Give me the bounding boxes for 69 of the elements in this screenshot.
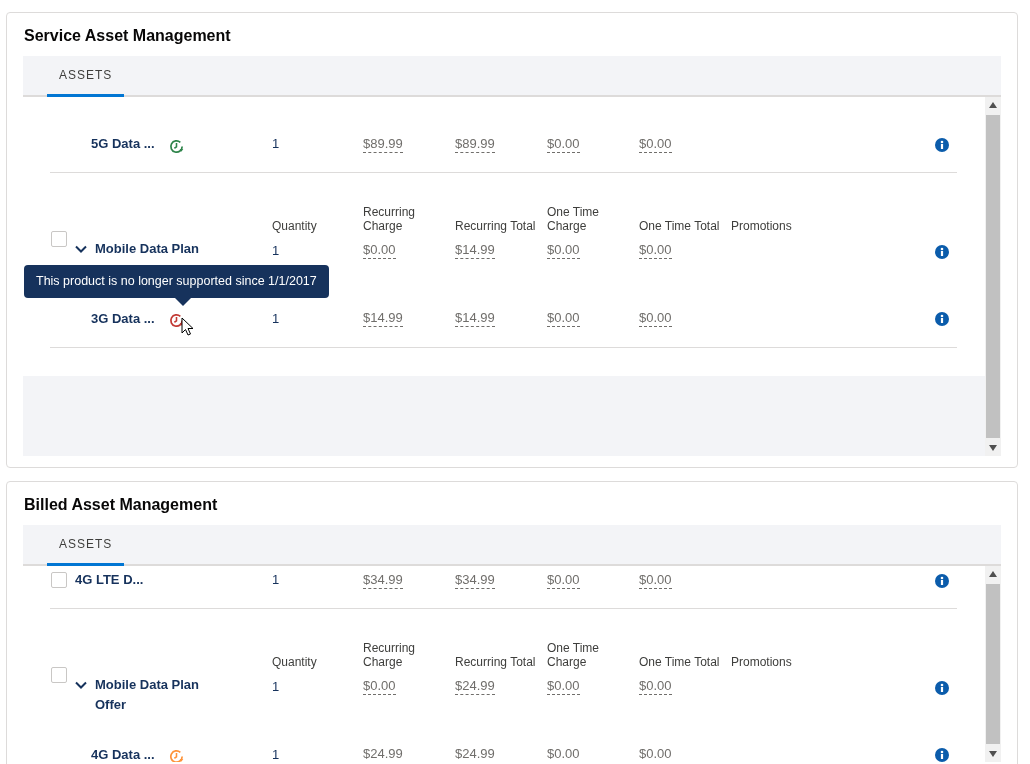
info-icon[interactable] [935,137,949,152]
scrollbar[interactable] [985,566,1001,762]
price-value: $0.00 [547,310,580,327]
checkbox[interactable] [51,667,67,683]
quantity-value: 1 [272,678,281,696]
column-header: One Time Total [639,655,721,669]
price-value: $0.00 [639,571,672,589]
price-value: $24.99 [455,746,495,762]
price-value: $0.00 [363,678,396,696]
product-name: 4G Data ... [91,745,156,762]
price-value: $24.99 [455,678,495,696]
price-value: $14.99 [455,242,495,260]
product-name: 4G LTE D... [75,571,144,590]
chevron-icon[interactable] [75,243,87,255]
product-name: Mobile Data Plan Offer [95,676,201,714]
info-icon[interactable] [935,680,949,695]
price-value: $0.00 [639,746,672,762]
product-name: 3G Data ... [91,309,156,328]
column-header: Recurring Total [455,219,537,233]
quantity-value: 1 [272,242,281,260]
info-icon[interactable] [935,748,949,762]
column-header: One Time Charge [547,205,601,233]
column-header: Promotions [731,219,793,233]
price-value: $0.00 [639,135,672,153]
column-header: One Time Total [639,219,721,233]
scroll-down-icon[interactable] [989,445,997,451]
price-value: $34.99 [455,571,495,589]
scroll-up-icon[interactable] [989,571,997,577]
price-value: $0.00 [639,242,672,260]
price-value: $89.99 [363,135,403,153]
price-value: $0.00 [639,678,672,696]
scroll-up-icon[interactable] [989,102,997,108]
column-header: One Time Charge [547,641,601,669]
product-name: Mobile Data Plan [95,240,201,258]
price-value: $0.00 [547,746,580,762]
quantity-value: 1 [272,745,281,762]
info-icon[interactable] [935,244,949,259]
chevron-icon[interactable] [75,679,87,691]
section-title: Billed Asset Management [24,495,219,515]
column-header: Recurring Charge [363,205,417,233]
price-value: $0.00 [547,242,580,260]
quantity-value: 1 [272,571,281,590]
checkbox[interactable] [51,572,67,588]
info-icon[interactable] [935,573,949,588]
clock-icon[interactable] [168,137,185,155]
price-value: $0.00 [547,678,580,696]
quantity-value: 1 [272,135,281,154]
column-header: Quantity [272,655,318,669]
price-value: $14.99 [455,310,495,327]
tooltip-pointer [175,298,191,306]
price-value: $89.99 [455,135,495,153]
scrollbar[interactable] [985,97,1001,456]
column-header: Recurring Total [455,655,537,669]
price-value: $0.00 [547,571,580,589]
scroll-down-icon[interactable] [989,751,997,757]
section-title: Service Asset Management [24,26,232,46]
column-header: Recurring Charge [363,641,417,669]
price-value: $0.00 [639,310,672,327]
price-value: $14.99 [363,310,403,327]
price-value: $24.99 [363,746,403,762]
price-value: $34.99 [363,571,403,589]
column-header: Promotions [731,655,793,669]
quantity-value: 1 [272,309,281,328]
product-name: 5G Data ... [91,135,156,154]
column-header: Quantity [272,219,318,233]
checkbox[interactable] [51,231,67,247]
price-value: $0.00 [547,135,580,153]
price-value: $0.00 [363,242,396,260]
info-icon[interactable] [935,312,949,327]
